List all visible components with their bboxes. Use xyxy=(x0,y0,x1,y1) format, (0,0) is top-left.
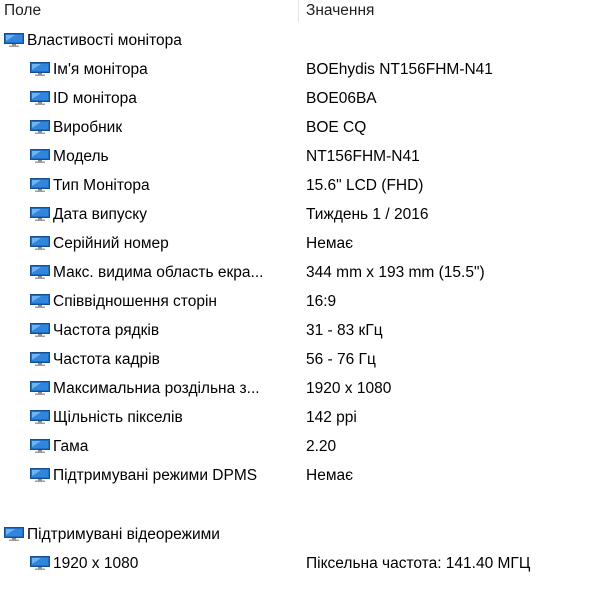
monitor-icon xyxy=(30,381,50,395)
field-label: Щільність пікселів xyxy=(53,409,183,426)
field-value: 1920 x 1080 xyxy=(306,380,392,397)
group-row-video-modes[interactable]: Підтримувані відеорежими xyxy=(0,520,600,549)
field-value: Піксельна частота: 141.40 МГЦ xyxy=(306,555,531,572)
monitor-icon xyxy=(30,120,50,134)
list-item[interactable]: Ім'я монітора BOEhydis NT156FHM-N41 xyxy=(0,55,600,84)
monitor-icon xyxy=(30,323,50,337)
monitor-icon xyxy=(30,62,50,76)
list-item[interactable]: ID монітора BOE06BA xyxy=(0,84,600,113)
field-label: Макс. видима область екра... xyxy=(53,264,264,281)
field-label: Модель xyxy=(53,148,109,165)
list-item[interactable]: Серійний номер Немає xyxy=(0,229,600,258)
list-item[interactable]: Максимальниа роздільна з... 1920 x 1080 xyxy=(0,374,600,403)
field-label: Співвідношення сторін xyxy=(53,293,217,310)
list-item[interactable]: Тип Монітора 15.6" LCD (FHD) xyxy=(0,171,600,200)
monitor-icon xyxy=(30,352,50,366)
field-label: 1920 x 1080 xyxy=(53,555,139,572)
monitor-icon xyxy=(4,33,24,47)
list-item[interactable]: Макс. видима область екра... 344 mm x 19… xyxy=(0,258,600,287)
monitor-icon xyxy=(30,178,50,192)
field-label: ID монітора xyxy=(53,90,137,107)
field-value: Немає xyxy=(306,235,353,252)
monitor-icon xyxy=(30,207,50,221)
field-label: Виробник xyxy=(53,119,123,136)
field-label: Тип Монітора xyxy=(53,177,150,194)
group-row-monitor-properties[interactable]: Властивості монітора xyxy=(0,26,600,55)
field-value: 15.6" LCD (FHD) xyxy=(306,177,424,194)
field-value: BOE06BA xyxy=(306,90,377,107)
field-label: Ім'я монітора xyxy=(53,61,148,78)
field-label: Гама xyxy=(53,438,89,455)
column-header-field[interactable]: Поле xyxy=(4,0,41,22)
list-item[interactable]: Дата випуску Тиждень 1 / 2016 xyxy=(0,200,600,229)
field-value: 56 - 76 Гц xyxy=(306,351,376,368)
list-item[interactable]: Підтримувані режими DPMS Немає xyxy=(0,461,600,490)
field-value: 16:9 xyxy=(306,293,337,310)
monitor-icon xyxy=(30,91,50,105)
list-item[interactable]: Щільність пікселів 142 ppi xyxy=(0,403,600,432)
monitor-icon xyxy=(30,236,50,250)
column-divider[interactable] xyxy=(298,0,299,22)
field-label: Дата випуску xyxy=(53,206,147,223)
monitor-icon xyxy=(4,527,24,541)
group-title: Підтримувані відеорежими xyxy=(27,526,220,543)
field-value: 31 - 83 кГц xyxy=(306,322,383,339)
group-title: Властивості монітора xyxy=(27,32,182,49)
field-value: NT156FHM-N41 xyxy=(306,148,420,165)
list-item[interactable]: Частота кадрів 56 - 76 Гц xyxy=(0,345,600,374)
list-item[interactable]: Виробник BOE CQ xyxy=(0,113,600,142)
field-value: 142 ppi xyxy=(306,409,357,426)
list-item[interactable]: Модель NT156FHM-N41 xyxy=(0,142,600,171)
field-label: Серійний номер xyxy=(53,235,169,252)
field-label: Максимальниа роздільна з... xyxy=(53,380,260,397)
list-item[interactable]: 1920 x 1080 Піксельна частота: 141.40 МГ… xyxy=(0,549,600,578)
list-item[interactable]: Співвідношення сторін 16:9 xyxy=(0,287,600,316)
column-header-value[interactable]: Значення xyxy=(306,0,374,22)
monitor-icon xyxy=(30,149,50,163)
properties-table: Поле Значення Властивості монітора Ім'я … xyxy=(0,0,600,600)
monitor-icon xyxy=(30,410,50,424)
field-label: Частота кадрів xyxy=(53,351,160,368)
list-item[interactable]: Гама 2.20 xyxy=(0,432,600,461)
monitor-icon xyxy=(30,468,50,482)
monitor-icon xyxy=(30,265,50,279)
field-value: BOEhydis NT156FHM-N41 xyxy=(306,61,493,78)
field-label: Підтримувані режими DPMS xyxy=(53,467,258,484)
field-value: BOE CQ xyxy=(306,119,367,136)
list-item[interactable]: Частота рядків 31 - 83 кГц xyxy=(0,316,600,345)
field-value: Тиждень 1 / 2016 xyxy=(306,206,429,223)
field-label: Частота рядків xyxy=(53,322,160,339)
field-value: Немає xyxy=(306,467,353,484)
column-header: Поле Значення xyxy=(0,0,600,26)
field-value: 344 mm x 193 mm (15.5") xyxy=(306,264,485,281)
monitor-icon xyxy=(30,556,50,570)
field-value: 2.20 xyxy=(306,438,337,455)
monitor-icon xyxy=(30,439,50,453)
monitor-icon xyxy=(30,294,50,308)
